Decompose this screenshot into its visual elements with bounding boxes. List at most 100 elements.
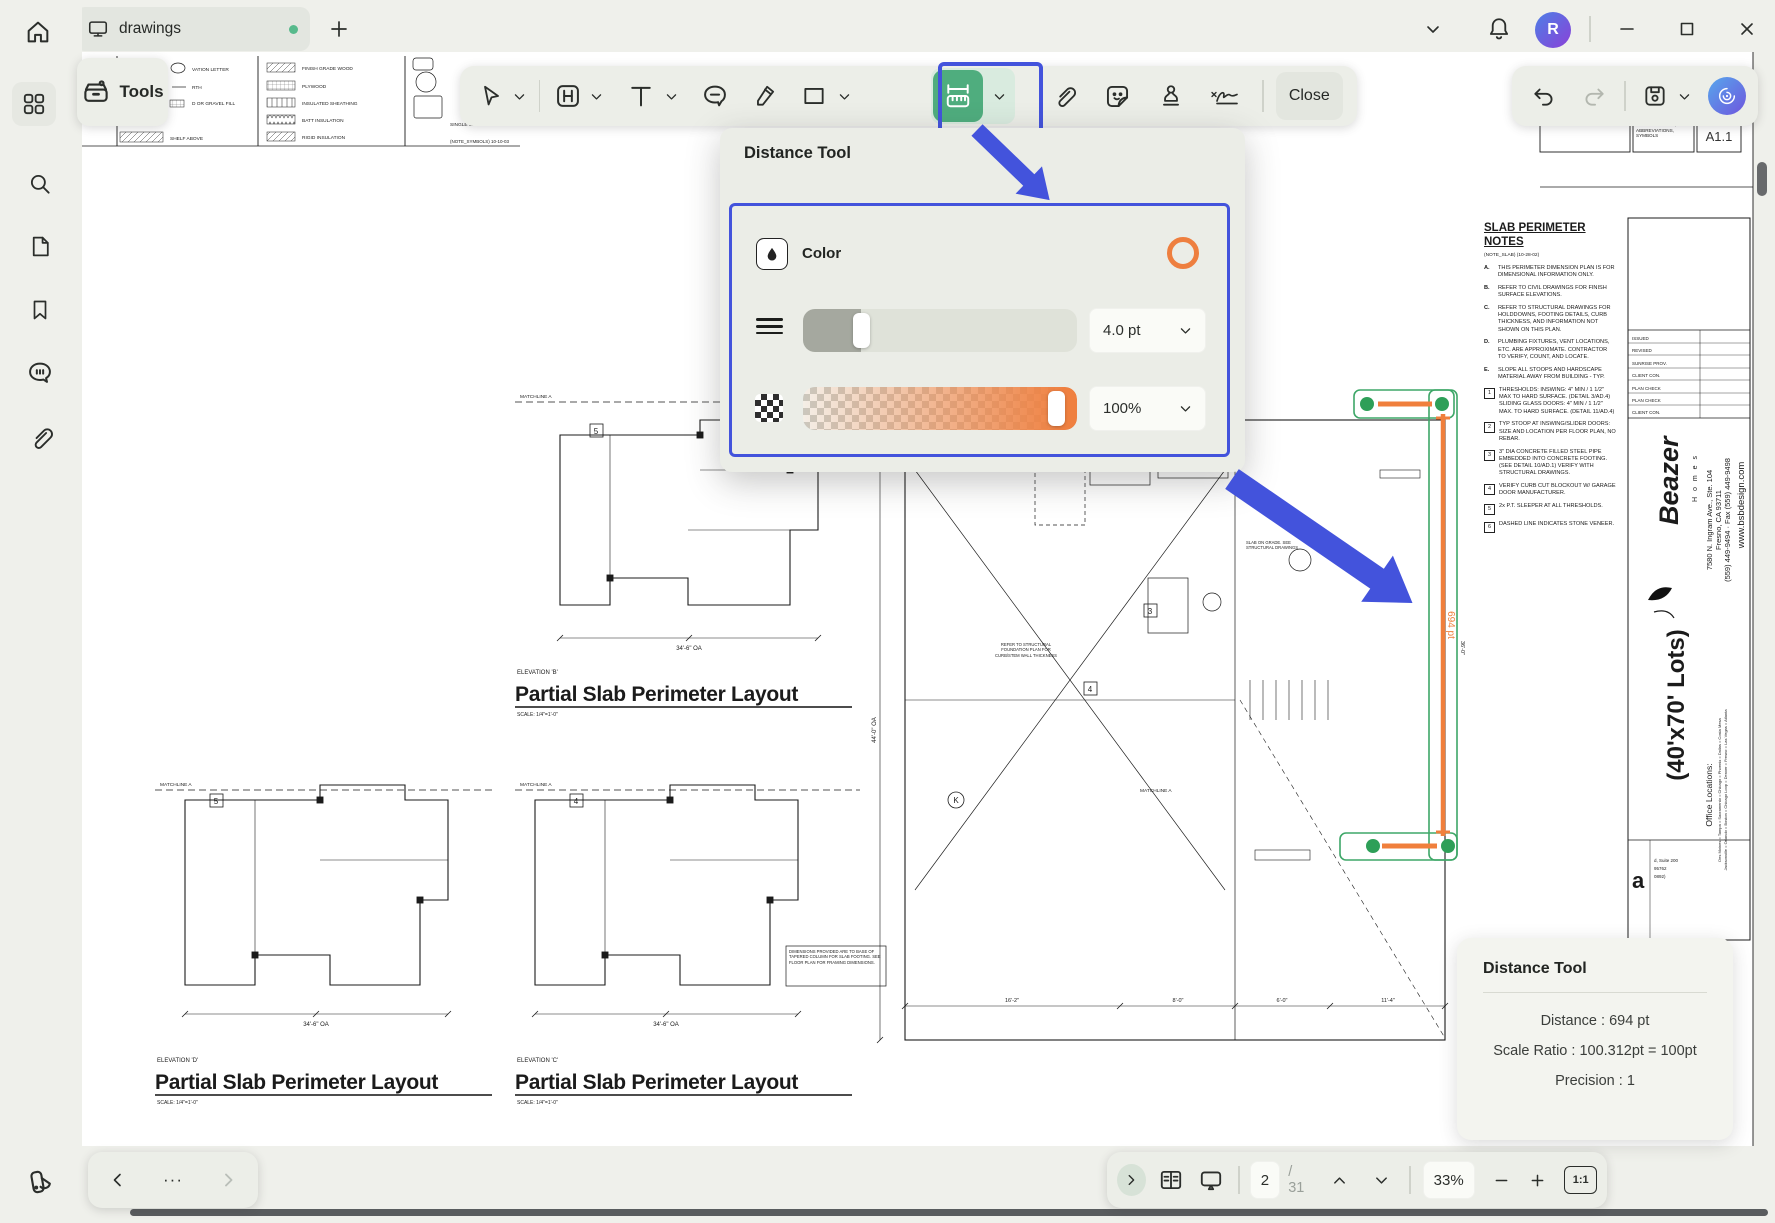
ai-assistant-button[interactable] (1708, 77, 1746, 115)
bookmarks-panel-button[interactable] (24, 294, 56, 326)
h-box-icon (554, 82, 582, 110)
precision-row: Precision : 1 (1483, 1073, 1707, 1089)
notes-title-line2: NOTES (1484, 235, 1616, 249)
home-icon (24, 18, 52, 46)
slab-perimeter-notes: SLAB PERIMETER NOTES (NOTE_SLAB) (10-28-… (1484, 221, 1616, 538)
chevron-down-icon (1179, 324, 1192, 337)
expand-panel-button[interactable] (1117, 1164, 1146, 1196)
nav-back-button[interactable] (103, 1165, 133, 1195)
next-page-button[interactable] (1367, 1163, 1398, 1197)
comment-tool-button[interactable] (695, 76, 736, 116)
info-panel-divider (1483, 992, 1707, 993)
comments-panel-button[interactable] (22, 356, 58, 390)
opacity-slider-handle[interactable] (1048, 391, 1065, 426)
maximize-button[interactable] (1672, 16, 1702, 42)
signature-tool-button[interactable] (1201, 76, 1250, 116)
text-tool-dropdown[interactable] (662, 76, 681, 116)
zoom-level-input[interactable]: 33% (1423, 1161, 1475, 1199)
save-dropdown[interactable] (1674, 76, 1696, 116)
actual-size-button[interactable]: 1:1 (1564, 1166, 1597, 1194)
file-actions-toolbar (1512, 66, 1758, 126)
shape-tool-dropdown[interactable] (835, 76, 854, 116)
presentation-icon (1198, 1167, 1224, 1193)
present-mode-button[interactable] (1194, 1160, 1228, 1200)
pdf-editor-window: 694 pt 36'-0" VATION LETTER RTH D OR GRA… (0, 0, 1775, 1223)
signature-icon (1209, 83, 1243, 109)
opacity-gradient (803, 387, 1077, 430)
comment-icon (26, 359, 54, 387)
previous-page-button[interactable] (1324, 1163, 1355, 1197)
appearance-button[interactable] (18, 1160, 62, 1204)
statusbar-separator (1238, 1166, 1239, 1194)
popup-title: Distance Tool (744, 144, 851, 163)
page-number-input[interactable]: 2 (1250, 1161, 1281, 1199)
highlighter-pen-icon (752, 83, 778, 109)
pen-tool-button[interactable] (744, 76, 785, 116)
redo-button[interactable] (1574, 76, 1614, 116)
minimize-button[interactable] (1612, 16, 1642, 42)
search-button[interactable] (24, 168, 56, 200)
left-sidebar (0, 0, 82, 1223)
note-numbered: 52x P.T. SLEEPER AT ALL THRESHOLDS. (1484, 503, 1616, 515)
nav-more-button[interactable]: ··· (163, 1170, 183, 1190)
select-tool-button[interactable] (474, 76, 508, 116)
highlight-tool-dropdown[interactable] (588, 76, 607, 116)
close-window-button[interactable] (1732, 16, 1762, 42)
attach-tool-button[interactable] (1043, 76, 1084, 116)
horizontal-scrollbar[interactable] (130, 1209, 1768, 1216)
ai-sparkle-icon (1716, 85, 1738, 107)
stamp-tool-button[interactable] (1150, 76, 1191, 116)
note-numbered: 1THRESHOLDS: INSWING: 4" MIN / 1 1/2" MA… (1484, 387, 1616, 416)
line-width-slider[interactable] (803, 309, 1077, 352)
color-swatch-icon-box (756, 238, 788, 270)
toolbar-separator (1262, 80, 1263, 112)
palette-icon (25, 1167, 55, 1197)
droplet-icon (764, 246, 780, 262)
sticker-icon (1104, 83, 1131, 110)
grid-icon (21, 91, 47, 117)
note-lettered: C.REFER TO STRUCTURAL DRAWINGS FOR HOLDD… (1484, 305, 1616, 334)
home-button[interactable] (20, 14, 56, 50)
pages-panel-button[interactable] (24, 230, 56, 262)
rectangle-icon (801, 83, 827, 109)
tabs-dropdown-button[interactable] (1420, 16, 1446, 42)
note-lettered: A.THIS PERIMETER DIMENSION PLAN IS FOR D… (1484, 265, 1616, 280)
attachments-panel-button[interactable] (24, 420, 56, 454)
highlight-tool-button[interactable] (550, 76, 586, 116)
save-button[interactable] (1636, 76, 1674, 116)
avatar[interactable]: R (1535, 12, 1571, 48)
undo-icon (1531, 83, 1557, 109)
page-layout-button[interactable] (1154, 1160, 1188, 1200)
undo-button[interactable] (1524, 76, 1564, 116)
annotation-toolbar: Close (460, 66, 1357, 126)
line-color-ring[interactable] (1167, 237, 1199, 269)
opacity-select[interactable]: 100% (1089, 386, 1206, 431)
document-tab[interactable]: drawings (75, 7, 310, 51)
toolbox-icon (81, 77, 111, 107)
search-icon (27, 171, 53, 197)
line-width-slider-handle[interactable] (853, 313, 870, 348)
save-icon (1642, 83, 1668, 109)
shape-tool-button[interactable] (795, 76, 833, 116)
sticker-tool-button[interactable] (1097, 76, 1138, 116)
select-tool-dropdown[interactable] (510, 76, 529, 116)
notes-subtitle: (NOTE_SLAB) (10-28-02) (1484, 253, 1616, 258)
nav-forward-button[interactable] (213, 1165, 243, 1195)
tools-button[interactable]: Tools (77, 58, 168, 126)
distance-value-row: Distance : 694 pt (1483, 1013, 1707, 1029)
apps-grid-button[interactable] (12, 82, 56, 126)
zoom-in-button[interactable] (1524, 1163, 1553, 1197)
vertical-scrollbar-thumb[interactable] (1757, 162, 1767, 196)
close-toolbar-button[interactable]: Close (1276, 72, 1344, 120)
note-numbered: 33" DIA CONCRETE FILLED STEEL PIPE EMBED… (1484, 449, 1616, 478)
new-tab-button[interactable] (324, 14, 354, 44)
stamp-icon (1158, 83, 1184, 109)
zoom-out-button[interactable] (1487, 1163, 1516, 1197)
opacity-slider[interactable] (803, 387, 1077, 430)
notifications-button[interactable] (1484, 12, 1514, 46)
note-numbered: 2TYP STOOP AT INSWING/SLIDER DOORS: SIZE… (1484, 421, 1616, 443)
toolbar-separator (539, 80, 540, 112)
page-total-label: / 31 (1288, 1164, 1310, 1196)
line-width-select[interactable]: 4.0 pt (1089, 308, 1206, 353)
text-tool-button[interactable] (622, 76, 660, 116)
